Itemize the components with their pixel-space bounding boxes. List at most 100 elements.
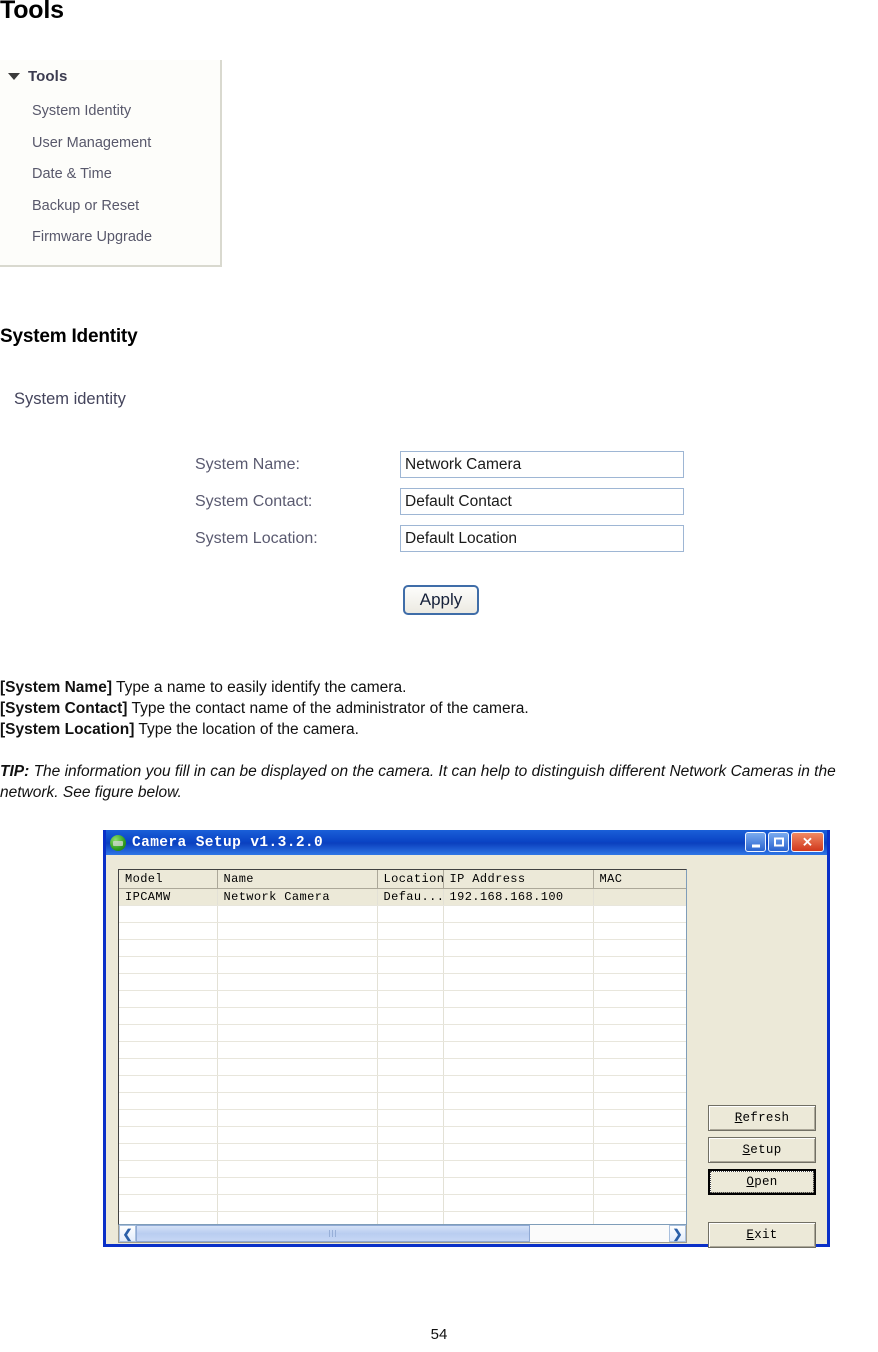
cell-empty	[443, 939, 593, 956]
scrollbar-thumb[interactable]	[136, 1225, 530, 1242]
column-header-name[interactable]: Name	[217, 870, 377, 888]
table-row-empty[interactable]	[119, 1177, 687, 1194]
cell-empty	[217, 1126, 377, 1143]
description-system-location: [System Location] Type the location of t…	[0, 720, 359, 741]
system-contact-input[interactable]	[400, 488, 684, 515]
table-row-empty[interactable]	[119, 1024, 687, 1041]
triangle-down-icon	[8, 73, 20, 80]
cell-empty	[217, 922, 377, 939]
table-row-empty[interactable]	[119, 1211, 687, 1225]
table-row-empty[interactable]	[119, 1092, 687, 1109]
cell-empty	[217, 1143, 377, 1160]
cell-empty	[593, 1126, 687, 1143]
scroll-left-arrow-icon[interactable]: ❮	[119, 1225, 136, 1242]
open-button[interactable]: Open	[708, 1169, 816, 1195]
column-header-location[interactable]: Location	[377, 870, 443, 888]
table-row-empty[interactable]	[119, 1075, 687, 1092]
description-term: [System Location]	[0, 721, 134, 738]
horizontal-scrollbar[interactable]: ❮ ❯	[118, 1225, 687, 1243]
table-row-empty[interactable]	[119, 1109, 687, 1126]
cell-empty	[119, 1126, 217, 1143]
system-identity-form-panel: System identity System Name: System Cont…	[0, 380, 760, 630]
table-row-empty[interactable]	[119, 1143, 687, 1160]
cell-empty	[119, 1143, 217, 1160]
cell-empty	[593, 1109, 687, 1126]
cell-empty	[593, 1075, 687, 1092]
table-row-empty[interactable]	[119, 1126, 687, 1143]
cell-empty	[377, 939, 443, 956]
cell-mac[interactable]: 00:1	[593, 888, 687, 905]
page-title-tools: Tools	[0, 0, 64, 25]
camera-list-table[interactable]: Model Name Location IP Address MAC IPCAM…	[118, 869, 687, 1225]
table-row-empty[interactable]	[119, 939, 687, 956]
column-header-mac[interactable]: MAC	[593, 870, 687, 888]
cell-empty	[377, 956, 443, 973]
system-location-input[interactable]	[400, 525, 684, 552]
form-row-system-contact: System Contact:	[195, 483, 684, 520]
cell-empty	[119, 1194, 217, 1211]
cell-empty	[217, 1041, 377, 1058]
scroll-right-arrow-icon[interactable]: ❯	[669, 1225, 686, 1242]
maximize-icon[interactable]	[768, 832, 789, 852]
table-row-empty[interactable]	[119, 1041, 687, 1058]
cell-empty	[443, 1024, 593, 1041]
cell-ip-address[interactable]: 192.168.168.100	[443, 888, 593, 905]
table-row-empty[interactable]	[119, 990, 687, 1007]
cell-empty	[119, 1177, 217, 1194]
cell-empty	[593, 956, 687, 973]
system-name-input[interactable]	[400, 451, 684, 478]
table-row-empty[interactable]	[119, 1007, 687, 1024]
tip-label: TIP:	[0, 763, 29, 780]
nav-root-tools[interactable]: Tools	[8, 68, 67, 85]
table-row-empty[interactable]	[119, 922, 687, 939]
cell-empty	[443, 922, 593, 939]
table-row-empty[interactable]	[119, 1058, 687, 1075]
window-titlebar[interactable]: Camera Setup v1.3.2.0 ✕	[106, 830, 827, 855]
refresh-button[interactable]: Refresh	[708, 1105, 816, 1131]
cell-empty	[593, 973, 687, 990]
apply-button-wrap: Apply	[403, 585, 479, 615]
table-row-empty[interactable]	[119, 1194, 687, 1211]
table-row-empty[interactable]	[119, 956, 687, 973]
exit-button[interactable]: Exit	[708, 1222, 816, 1248]
tip-paragraph: TIP: The information you fill in can be …	[0, 761, 878, 803]
cell-empty	[119, 1041, 217, 1058]
cell-empty	[377, 1092, 443, 1109]
cell-name[interactable]: Network Camera	[217, 888, 377, 905]
cell-model[interactable]: IPCAMW	[119, 888, 217, 905]
cell-empty	[443, 1211, 593, 1225]
table-row-empty[interactable]	[119, 1160, 687, 1177]
sidebar-item-system-identity[interactable]: System Identity	[32, 96, 152, 128]
table-row-empty[interactable]	[119, 905, 687, 922]
sidebar-item-firmware-upgrade[interactable]: Firmware Upgrade	[32, 222, 152, 254]
column-header-ip-address[interactable]: IP Address	[443, 870, 593, 888]
cell-empty	[377, 1058, 443, 1075]
sidebar-item-backup-or-reset[interactable]: Backup or Reset	[32, 191, 152, 223]
sidebar-item-user-management[interactable]: User Management	[32, 128, 152, 160]
cell-empty	[217, 1024, 377, 1041]
cell-empty	[217, 1160, 377, 1177]
cell-empty	[217, 1007, 377, 1024]
page-title-system-identity: System Identity	[0, 326, 137, 348]
tools-nav-panel: Tools System Identity User Management Da…	[0, 60, 222, 267]
cell-location[interactable]: Defau...	[377, 888, 443, 905]
cell-empty	[443, 990, 593, 1007]
cell-empty	[593, 1024, 687, 1041]
system-location-label: System Location:	[195, 530, 400, 548]
window-button-group: ✕	[745, 832, 824, 852]
column-header-model[interactable]: Model	[119, 870, 217, 888]
cell-empty	[593, 1041, 687, 1058]
cell-empty	[119, 990, 217, 1007]
scrollbar-track[interactable]	[136, 1225, 669, 1242]
cell-empty	[593, 905, 687, 922]
minimize-icon[interactable]	[745, 832, 766, 852]
sidebar-item-date-time[interactable]: Date & Time	[32, 159, 152, 191]
apply-button[interactable]: Apply	[403, 585, 479, 615]
close-icon[interactable]: ✕	[791, 832, 824, 852]
cell-empty	[377, 1024, 443, 1041]
setup-button[interactable]: Setup	[708, 1137, 816, 1163]
form-row-system-name: System Name:	[195, 446, 684, 483]
camera-setup-icon	[110, 835, 126, 851]
table-row-empty[interactable]	[119, 973, 687, 990]
cell-empty	[119, 1024, 217, 1041]
